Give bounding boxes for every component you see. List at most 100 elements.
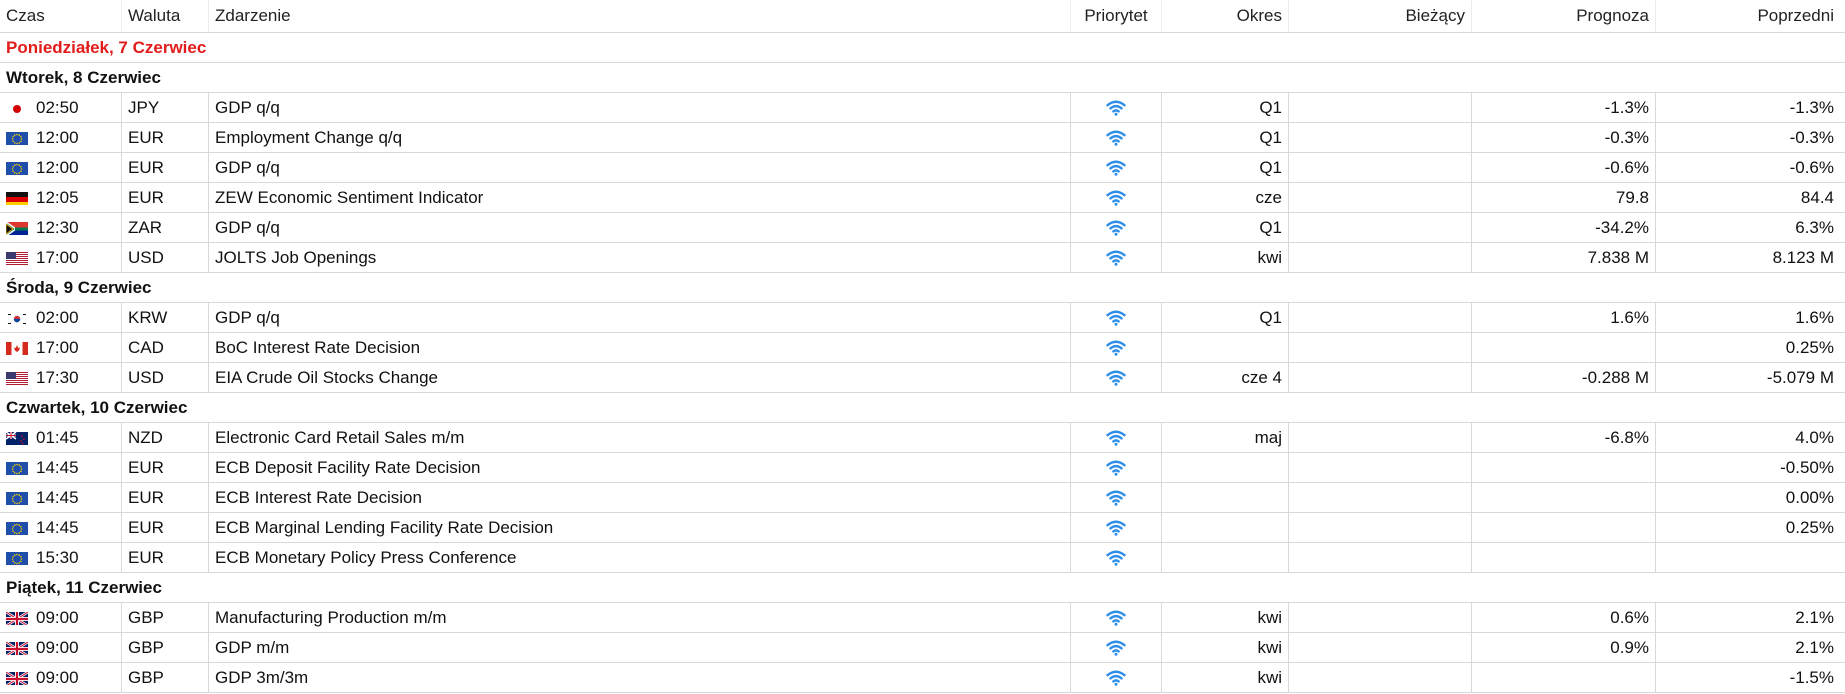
col-header-time[interactable]: Czas <box>0 0 122 32</box>
currency-cell: EUR <box>122 543 209 572</box>
event-row[interactable]: 17:00 USD JOLTS Job Openings kwi 7.838 M 8.1… <box>0 243 1845 273</box>
event-name-cell: Employment Change q/q <box>209 123 1071 152</box>
actual-cell <box>1289 303 1472 332</box>
event-name-cell: GDP 3m/3m <box>209 663 1071 692</box>
day-header: Środa, 9 Czerwiec <box>0 273 1845 303</box>
event-row[interactable]: 01:45 NZD Electronic Card Retail Sales m/m… <box>0 423 1845 453</box>
event-row[interactable]: 12:30 ZAR GDP q/q Q1 -34.2% 6.3% <box>0 213 1845 243</box>
priority-cell <box>1071 153 1162 182</box>
priority-cell <box>1071 243 1162 272</box>
event-name-cell: ECB Monetary Policy Press Conference <box>209 543 1071 572</box>
actual-cell <box>1289 513 1472 542</box>
priority-cell <box>1071 543 1162 572</box>
actual-cell <box>1289 363 1472 392</box>
time-cell: 17:00 <box>0 333 122 362</box>
event-time: 09:00 <box>36 637 79 657</box>
currency-cell: EUR <box>122 483 209 512</box>
currency-cell: NZD <box>122 423 209 452</box>
col-header-period[interactable]: Okres <box>1162 0 1289 32</box>
event-row[interactable]: 12:00 EUR GDP q/q Q1 -0.6% -0.6% <box>0 153 1845 183</box>
wifi-signal-icon <box>1106 430 1126 446</box>
forecast-cell <box>1472 543 1656 572</box>
forecast-cell: 0.6% <box>1472 603 1656 632</box>
event-name-cell: GDP q/q <box>209 93 1071 122</box>
wifi-signal-icon <box>1106 460 1126 476</box>
time-cell: 09:00 <box>0 633 122 662</box>
event-row[interactable]: 02:00 KRW GDP q/q Q1 1.6% 1.6% <box>0 303 1845 333</box>
flag-ca-icon <box>6 341 28 355</box>
previous-cell: -0.6% <box>1789 157 1834 177</box>
wifi-signal-icon <box>1106 190 1126 206</box>
wifi-signal-icon <box>1106 610 1126 626</box>
previous-cell: 6.3% <box>1795 217 1834 237</box>
period-cell: cze <box>1162 183 1289 212</box>
forecast-cell <box>1472 663 1656 692</box>
time-cell: 09:00 <box>0 603 122 632</box>
time-cell: 02:50 <box>0 93 122 122</box>
day-header: Poniedziałek, 7 Czerwiec <box>0 33 1845 63</box>
previous-cell: 0.25% <box>1785 337 1834 357</box>
forecast-cell: 7.838 M <box>1472 243 1656 272</box>
currency-cell: GBP <box>122 633 209 662</box>
event-time: 17:30 <box>36 367 79 387</box>
event-row[interactable]: 02:50 JPY GDP q/q Q1 -1.3% -1.3% <box>0 93 1845 123</box>
period-cell: Q1 <box>1162 93 1289 122</box>
col-header-actual[interactable]: Bieżący <box>1289 0 1472 32</box>
currency-cell: JPY <box>122 93 209 122</box>
event-time: 09:00 <box>36 607 79 627</box>
period-cell <box>1162 483 1289 512</box>
period-cell: kwi <box>1162 243 1289 272</box>
previous-cell: 2.1% <box>1795 607 1834 627</box>
col-header-event[interactable]: Zdarzenie <box>209 0 1071 32</box>
previous-cell: -0.3% <box>1789 127 1834 147</box>
col-header-previous[interactable]: Poprzedni <box>1656 0 1840 32</box>
col-header-forecast[interactable]: Prognoza <box>1472 0 1656 32</box>
currency-cell: CAD <box>122 333 209 362</box>
event-row[interactable]: 17:30 USD EIA Crude Oil Stocks Change cze … <box>0 363 1845 393</box>
priority-cell <box>1071 303 1162 332</box>
col-header-priority[interactable]: Priorytet <box>1071 0 1162 32</box>
previous-cell: -0.50% <box>1780 457 1834 477</box>
currency-cell: USD <box>122 243 209 272</box>
event-row[interactable]: 14:45 EUR ECB Deposit Facility Rate Decisi… <box>0 453 1845 483</box>
event-time: 09:00 <box>36 667 79 687</box>
actual-cell <box>1289 543 1472 572</box>
event-row[interactable]: 14:45 EUR ECB Interest Rate Decision 0.00% <box>0 483 1845 513</box>
flag-eu-icon <box>6 461 28 475</box>
priority-cell <box>1071 423 1162 452</box>
event-row[interactable]: 14:45 EUR ECB Marginal Lending Facility Ra… <box>0 513 1845 543</box>
flag-us-icon <box>6 371 28 385</box>
wifi-signal-icon <box>1106 220 1126 236</box>
actual-cell <box>1289 213 1472 242</box>
event-name-cell: GDP m/m <box>209 633 1071 662</box>
actual-cell <box>1289 243 1472 272</box>
currency-cell: GBP <box>122 603 209 632</box>
event-row[interactable]: 09:00 GBP GDP 3m/3m kwi -1.5% <box>0 663 1845 693</box>
period-cell: kwi <box>1162 633 1289 662</box>
event-row[interactable]: 09:00 GBP Manufacturing Production m/m kwi… <box>0 603 1845 633</box>
time-cell: 14:45 <box>0 453 122 482</box>
priority-cell <box>1071 333 1162 362</box>
event-name-cell: EIA Crude Oil Stocks Change <box>209 363 1071 392</box>
event-row[interactable]: 12:05 EUR ZEW Economic Sentiment Indicator… <box>0 183 1845 213</box>
period-cell: Q1 <box>1162 123 1289 152</box>
col-header-currency[interactable]: Waluta <box>122 0 209 32</box>
flag-jp-icon <box>6 101 28 115</box>
flag-eu-icon <box>6 551 28 565</box>
priority-cell <box>1071 633 1162 662</box>
event-row[interactable]: 17:00 CAD BoC Interest Rate Decision 0.25% <box>0 333 1845 363</box>
event-row[interactable]: 09:00 GBP GDP m/m kwi 0.9% 2.1% <box>0 633 1845 663</box>
period-cell: maj <box>1162 423 1289 452</box>
event-row[interactable]: 15:30 EUR ECB Monetary Policy Press Confer… <box>0 543 1845 573</box>
event-time: 17:00 <box>36 337 79 357</box>
time-cell: 09:00 <box>0 663 122 692</box>
day-header: Wtorek, 8 Czerwiec <box>0 63 1845 93</box>
event-row[interactable]: 12:00 EUR Employment Change q/q Q1 -0.3% -0.… <box>0 123 1845 153</box>
time-cell: 12:00 <box>0 123 122 152</box>
day-header: Czwartek, 10 Czerwiec <box>0 393 1845 423</box>
wifi-signal-icon <box>1106 310 1126 326</box>
wifi-signal-icon <box>1106 130 1126 146</box>
event-name-cell: GDP q/q <box>209 153 1071 182</box>
forecast-cell <box>1472 333 1656 362</box>
flag-us-icon <box>6 251 28 265</box>
